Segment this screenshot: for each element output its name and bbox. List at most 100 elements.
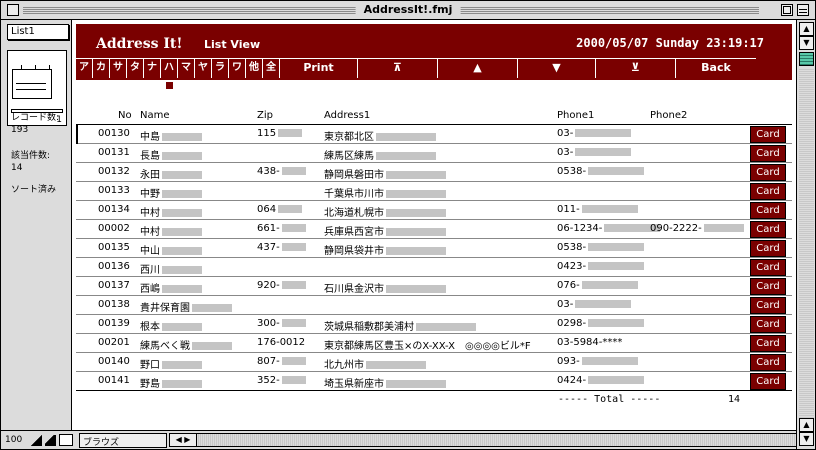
cell-no[interactable]: 00139: [98, 318, 130, 329]
cell-phone1[interactable]: 0298-: [557, 318, 645, 329]
last-record-button[interactable]: ⊻: [596, 58, 676, 78]
cell-no[interactable]: 00137: [98, 280, 130, 291]
print-button[interactable]: Print: [280, 58, 358, 78]
cell-phone2[interactable]: 090-2222-: [650, 223, 744, 234]
scroll-down-icon[interactable]: ▼: [799, 432, 814, 446]
zoom-in-icon[interactable]: [45, 435, 56, 446]
zoom-out-icon[interactable]: [31, 435, 42, 446]
cell-no[interactable]: 00132: [98, 166, 130, 177]
cell-name[interactable]: 野島: [140, 375, 202, 390]
scroll-left-right-icon[interactable]: ◀ ▶: [169, 433, 197, 447]
cell-address[interactable]: 練馬区練馬: [324, 147, 436, 162]
collapse-box-icon[interactable]: [797, 4, 809, 16]
cell-phone1[interactable]: 0538-: [557, 242, 645, 253]
mode-selector[interactable]: ブラウズ: [79, 433, 167, 448]
cell-address[interactable]: 北九州市: [324, 356, 426, 371]
kana-button-ra[interactable]: ラ: [212, 58, 229, 78]
next-record-button[interactable]: ▼: [518, 58, 596, 78]
table-row[interactable]: 00130 中島 115 東京都北区 03- Card: [76, 125, 792, 144]
table-row[interactable]: 00139 根本 300- 茨城県稲敷郡美浦村 0298- Card: [76, 315, 792, 334]
card-button[interactable]: Card: [750, 240, 786, 257]
vertical-scroll-track[interactable]: [799, 68, 814, 418]
scroll-down-icon[interactable]: ▼: [799, 36, 814, 50]
cell-name[interactable]: 野口: [140, 356, 202, 371]
cell-no[interactable]: 00141: [98, 375, 130, 386]
cell-no[interactable]: 00201: [98, 337, 130, 348]
cell-zip[interactable]: 352-: [257, 375, 306, 386]
window-titlebar[interactable]: AddressIt!.fmj: [0, 0, 816, 20]
scroll-up-icon[interactable]: ▲: [799, 22, 814, 36]
card-button[interactable]: Card: [750, 373, 786, 390]
cell-zip[interactable]: 064: [257, 204, 303, 215]
status-area-toggle-icon[interactable]: [59, 434, 73, 446]
back-button[interactable]: Back: [676, 58, 756, 78]
cell-phone1[interactable]: 03-: [557, 147, 632, 158]
table-row[interactable]: 00134 中村 064 北海道札幌市 011- Card: [76, 201, 792, 220]
card-button[interactable]: Card: [750, 145, 786, 162]
card-button[interactable]: Card: [750, 278, 786, 295]
cell-zip[interactable]: 920-: [257, 280, 306, 291]
cell-no[interactable]: 00135: [98, 242, 130, 253]
card-button[interactable]: Card: [750, 297, 786, 314]
card-button[interactable]: Card: [750, 202, 786, 219]
cell-name[interactable]: 練馬べく戦: [140, 337, 232, 352]
table-row[interactable]: 00140 野口 807- 北九州市 093- Card: [76, 353, 792, 372]
horizontal-scroll-track[interactable]: [197, 433, 796, 447]
kana-button-wa[interactable]: ワ: [229, 58, 246, 78]
table-row[interactable]: 00136 西川 0423- Card: [76, 258, 792, 277]
cell-no[interactable]: 00130: [98, 128, 130, 139]
kana-button-na[interactable]: ナ: [144, 58, 161, 78]
cell-no[interactable]: 00134: [98, 204, 130, 215]
cell-address[interactable]: 東京都練馬区豊玉×のX-XX-X ◎◎◎◎ビル*F: [324, 337, 531, 352]
kana-button-ma[interactable]: マ: [178, 58, 195, 78]
vertical-scrollbar[interactable]: ▲ ▼ ▲ ▼: [796, 20, 816, 450]
cell-no[interactable]: 00140: [98, 356, 130, 367]
scroll-up-icon[interactable]: ▲: [799, 418, 814, 432]
kana-button-a[interactable]: ア: [76, 58, 93, 78]
previous-record-button[interactable]: ▲: [438, 58, 518, 78]
book-page-icon[interactable]: [12, 69, 52, 99]
kana-button-all[interactable]: 全: [263, 58, 280, 78]
cell-name[interactable]: 中山: [140, 242, 202, 257]
table-row[interactable]: 00137 西嶋 920- 石川県金沢市 076- Card: [76, 277, 792, 296]
kana-button-ha[interactable]: ハ: [161, 58, 178, 78]
cell-name[interactable]: 根本: [140, 318, 202, 333]
card-button[interactable]: Card: [750, 354, 786, 371]
cell-phone1[interactable]: 03-: [557, 299, 632, 310]
cell-name[interactable]: 長島: [140, 147, 202, 162]
cell-phone1[interactable]: 011-: [557, 204, 638, 215]
kana-button-ka[interactable]: カ: [93, 58, 110, 78]
card-button[interactable]: Card: [750, 259, 786, 276]
cell-no[interactable]: 00138: [98, 299, 130, 310]
cell-phone1[interactable]: 0423-: [557, 261, 645, 272]
cell-zip[interactable]: 115: [257, 128, 303, 139]
table-row[interactable]: 00135 中山 437- 静岡県袋井市 0538- Card: [76, 239, 792, 258]
kana-button-sa[interactable]: サ: [110, 58, 127, 78]
cell-phone1[interactable]: 076-: [557, 280, 638, 291]
cell-name[interactable]: 西嶋: [140, 280, 202, 295]
scroll-thumb[interactable]: [799, 52, 814, 66]
cell-name[interactable]: 永田: [140, 166, 202, 181]
kana-button-ya[interactable]: ヤ: [195, 58, 212, 78]
card-button[interactable]: Card: [750, 126, 786, 143]
cell-phone1[interactable]: 06-1234-: [557, 223, 661, 234]
card-button[interactable]: Card: [750, 316, 786, 333]
cell-name[interactable]: 西川: [140, 261, 202, 276]
cell-name[interactable]: 中村: [140, 204, 202, 219]
cell-address[interactable]: 石川県金沢市: [324, 280, 446, 295]
table-row[interactable]: 00141 野島 352- 埼玉県新座市 0424- Card: [76, 372, 792, 391]
cell-name[interactable]: 中村: [140, 223, 202, 238]
cell-name[interactable]: 中野: [140, 185, 202, 200]
cell-phone1[interactable]: 0538-: [557, 166, 645, 177]
cell-address[interactable]: 北海道札幌市: [324, 204, 446, 219]
card-button[interactable]: Card: [750, 183, 786, 200]
cell-phone1[interactable]: 03-5984-****: [557, 337, 622, 348]
zoom-box-icon[interactable]: [781, 4, 793, 16]
cell-address[interactable]: 東京都北区: [324, 128, 436, 143]
cell-address[interactable]: 茨城県稲敷郡美浦村: [324, 318, 476, 333]
cell-zip[interactable]: 300-: [257, 318, 306, 329]
table-row[interactable]: 00201 練馬べく戦 176-0012 東京都練馬区豊玉×のX-XX-X ◎◎◎◎ビ…: [76, 334, 792, 353]
card-button[interactable]: Card: [750, 164, 786, 181]
cell-address[interactable]: 埼玉県新座市: [324, 375, 446, 390]
kana-button-ta[interactable]: タ: [127, 58, 144, 78]
